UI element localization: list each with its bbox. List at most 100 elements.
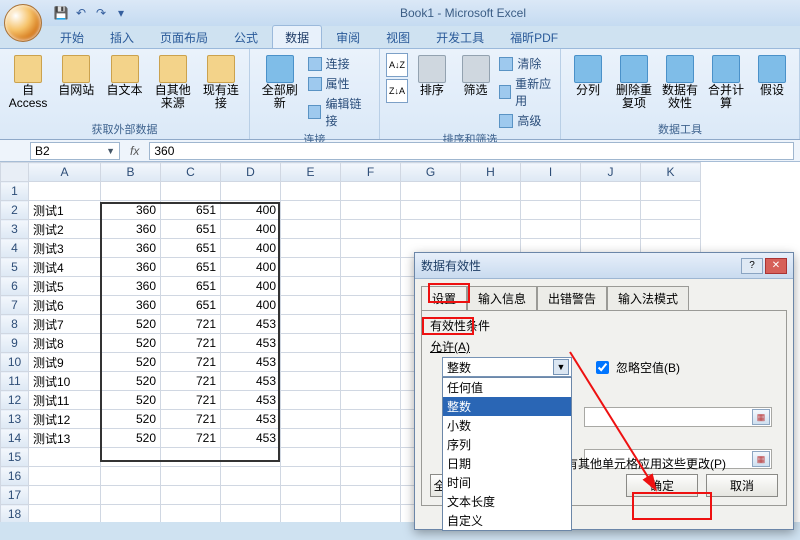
- min-field[interactable]: ▦: [584, 407, 772, 427]
- filter-button[interactable]: 筛选: [456, 53, 496, 99]
- col-header-K[interactable]: K: [641, 163, 701, 182]
- cell-K2[interactable]: [641, 201, 701, 220]
- cell-B7[interactable]: 360: [101, 296, 161, 315]
- cell-D2[interactable]: 400: [221, 201, 281, 220]
- cell-A18[interactable]: [29, 505, 101, 523]
- close-button[interactable]: ✕: [765, 258, 787, 274]
- cell-D7[interactable]: 400: [221, 296, 281, 315]
- cell-D15[interactable]: [221, 448, 281, 467]
- cell-E9[interactable]: [281, 334, 341, 353]
- row-header-15[interactable]: 15: [1, 448, 29, 467]
- cell-A4[interactable]: 测试3: [29, 239, 101, 258]
- cell-D8[interactable]: 453: [221, 315, 281, 334]
- cell-I3[interactable]: [521, 220, 581, 239]
- edit-links-button[interactable]: 编辑链接: [308, 95, 373, 129]
- col-header-E[interactable]: E: [281, 163, 341, 182]
- cell-F17[interactable]: [341, 486, 401, 505]
- allow-dropdown-list[interactable]: 任何值整数小数序列日期时间文本长度自定义: [442, 377, 572, 531]
- cell-E12[interactable]: [281, 391, 341, 410]
- ribbon-tab-4[interactable]: 数据: [272, 25, 322, 48]
- cell-H1[interactable]: [461, 182, 521, 201]
- row-header-13[interactable]: 13: [1, 410, 29, 429]
- cell-A2[interactable]: 测试1: [29, 201, 101, 220]
- cell-F5[interactable]: [341, 258, 401, 277]
- cell-C15[interactable]: [161, 448, 221, 467]
- cell-C8[interactable]: 721: [161, 315, 221, 334]
- cell-F7[interactable]: [341, 296, 401, 315]
- cell-F4[interactable]: [341, 239, 401, 258]
- cell-D16[interactable]: [221, 467, 281, 486]
- cell-C5[interactable]: 651: [161, 258, 221, 277]
- cell-D1[interactable]: [221, 182, 281, 201]
- cell-D4[interactable]: 400: [221, 239, 281, 258]
- properties-button[interactable]: 属性: [308, 75, 373, 92]
- dialog-tab-3[interactable]: 输入法模式: [607, 286, 689, 311]
- col-header-I[interactable]: I: [521, 163, 581, 182]
- cell-A9[interactable]: 测试8: [29, 334, 101, 353]
- tools-btn-3[interactable]: 合并计算: [705, 53, 747, 112]
- row-header-11[interactable]: 11: [1, 372, 29, 391]
- dialog-tab-2[interactable]: 出错警告: [537, 286, 607, 311]
- save-icon[interactable]: 💾: [52, 4, 70, 22]
- cell-B5[interactable]: 360: [101, 258, 161, 277]
- cell-F15[interactable]: [341, 448, 401, 467]
- cell-B16[interactable]: [101, 467, 161, 486]
- dialog-tab-1[interactable]: 输入信息: [467, 286, 537, 311]
- cell-E2[interactable]: [281, 201, 341, 220]
- cell-A1[interactable]: [29, 182, 101, 201]
- cell-B18[interactable]: [101, 505, 161, 523]
- cell-C3[interactable]: 651: [161, 220, 221, 239]
- col-header-D[interactable]: D: [221, 163, 281, 182]
- cell-F10[interactable]: [341, 353, 401, 372]
- cancel-button[interactable]: 取消: [706, 474, 778, 497]
- cell-I1[interactable]: [521, 182, 581, 201]
- cell-B10[interactable]: 520: [101, 353, 161, 372]
- col-header-B[interactable]: B: [101, 163, 161, 182]
- cell-D6[interactable]: 400: [221, 277, 281, 296]
- row-header-18[interactable]: 18: [1, 505, 29, 523]
- ribbon-tab-1[interactable]: 插入: [98, 26, 146, 48]
- row-header-5[interactable]: 5: [1, 258, 29, 277]
- col-header-H[interactable]: H: [461, 163, 521, 182]
- cell-D11[interactable]: 453: [221, 372, 281, 391]
- cell-F2[interactable]: [341, 201, 401, 220]
- ribbon-tab-8[interactable]: 福昕PDF: [498, 26, 570, 48]
- cell-F6[interactable]: [341, 277, 401, 296]
- cell-B11[interactable]: 520: [101, 372, 161, 391]
- cell-D12[interactable]: 453: [221, 391, 281, 410]
- cell-B9[interactable]: 520: [101, 334, 161, 353]
- row-header-16[interactable]: 16: [1, 467, 29, 486]
- row-header-3[interactable]: 3: [1, 220, 29, 239]
- cell-A12[interactable]: 测试11: [29, 391, 101, 410]
- allow-option-4[interactable]: 日期: [443, 454, 571, 473]
- reapply-button[interactable]: 重新应用: [499, 75, 554, 109]
- cell-D5[interactable]: 400: [221, 258, 281, 277]
- ignore-blank-checkbox[interactable]: 忽略空值(B): [592, 358, 680, 377]
- cell-H3[interactable]: [461, 220, 521, 239]
- cell-A15[interactable]: [29, 448, 101, 467]
- cell-D13[interactable]: 453: [221, 410, 281, 429]
- cell-D14[interactable]: 453: [221, 429, 281, 448]
- cell-C13[interactable]: 721: [161, 410, 221, 429]
- row-header-10[interactable]: 10: [1, 353, 29, 372]
- cell-B13[interactable]: 520: [101, 410, 161, 429]
- cell-F3[interactable]: [341, 220, 401, 239]
- cell-A8[interactable]: 测试7: [29, 315, 101, 334]
- cell-B6[interactable]: 360: [101, 277, 161, 296]
- allow-option-6[interactable]: 文本长度: [443, 492, 571, 511]
- cell-E11[interactable]: [281, 372, 341, 391]
- cell-A14[interactable]: 测试13: [29, 429, 101, 448]
- ext-data-btn-2[interactable]: 自文本: [102, 53, 146, 99]
- allow-combobox[interactable]: 整数 ▼: [442, 357, 572, 377]
- cell-E17[interactable]: [281, 486, 341, 505]
- row-header-1[interactable]: 1: [1, 182, 29, 201]
- col-header-J[interactable]: J: [581, 163, 641, 182]
- cell-H2[interactable]: [461, 201, 521, 220]
- cell-A13[interactable]: 测试12: [29, 410, 101, 429]
- cell-C17[interactable]: [161, 486, 221, 505]
- cell-C14[interactable]: 721: [161, 429, 221, 448]
- cell-J3[interactable]: [581, 220, 641, 239]
- fx-icon[interactable]: fx: [120, 144, 149, 158]
- cell-D17[interactable]: [221, 486, 281, 505]
- allow-option-7[interactable]: 自定义: [443, 511, 571, 530]
